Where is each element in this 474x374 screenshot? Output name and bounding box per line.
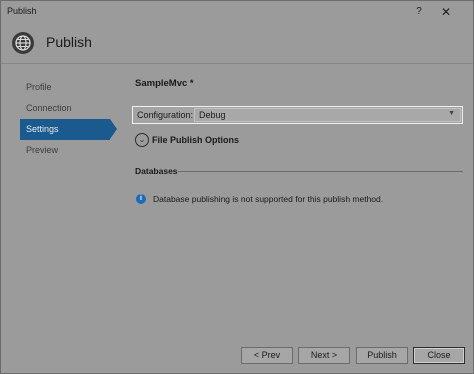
header-divider xyxy=(1,63,473,64)
databases-message: Database publishing is not supported for… xyxy=(153,194,384,204)
info-icon: i xyxy=(136,194,146,204)
window-title: Publish xyxy=(7,6,37,16)
sidebar-item-connection[interactable]: Connection xyxy=(20,98,110,119)
help-button[interactable]: ? xyxy=(408,2,430,22)
profile-name: SampleMvc * xyxy=(135,78,194,89)
publish-dialog: Publish ? ✕ Publish Profile Connection S… xyxy=(0,0,474,374)
prev-button[interactable]: < Prev xyxy=(241,347,293,364)
globe-icon xyxy=(12,32,34,54)
configuration-value: Debug xyxy=(199,110,226,120)
databases-divider xyxy=(178,171,463,172)
publish-button[interactable]: Publish xyxy=(356,347,408,364)
databases-heading: Databases xyxy=(135,166,178,176)
chevron-down-icon: ▼ xyxy=(448,110,455,117)
dialog-header: Publish xyxy=(1,23,473,63)
file-publish-options-label: File Publish Options xyxy=(152,135,240,145)
title-bar[interactable]: Publish ? ✕ xyxy=(1,1,473,23)
close-button[interactable]: Close xyxy=(413,347,465,364)
sidebar-nav: Profile Connection Settings Preview xyxy=(20,77,117,161)
window-close-button[interactable]: ✕ xyxy=(431,2,461,22)
configuration-row: Configuration: Debug ▼ xyxy=(132,106,463,124)
sidebar-item-settings[interactable]: Settings xyxy=(20,119,117,140)
configuration-label: Configuration: xyxy=(137,110,194,120)
expand-chevron-icon[interactable]: ⌄ xyxy=(135,133,149,147)
sidebar-item-preview[interactable]: Preview xyxy=(20,140,110,161)
page-title: Publish xyxy=(46,34,92,50)
configuration-select[interactable]: Debug ▼ xyxy=(194,108,461,122)
next-button[interactable]: Next > xyxy=(298,347,350,364)
sidebar-item-profile[interactable]: Profile xyxy=(20,77,110,98)
